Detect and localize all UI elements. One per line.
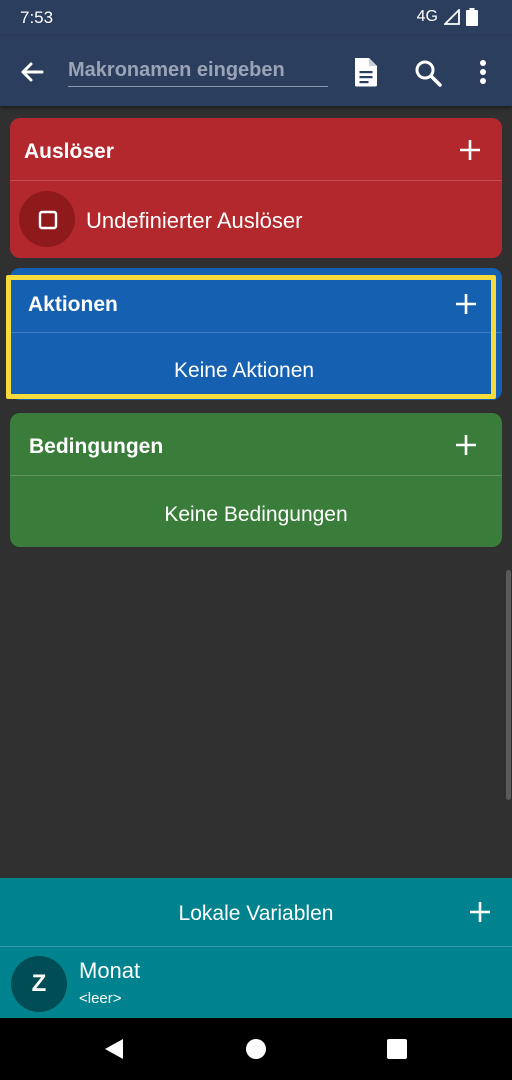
actions-title: Aktionen (28, 293, 118, 316)
add-variable-plus-icon[interactable] (468, 900, 492, 924)
signal-icon (444, 9, 460, 25)
system-navigation-bar (0, 1018, 512, 1080)
status-time: 7:53 (20, 8, 54, 27)
network-type: 4G (416, 8, 438, 25)
add-trigger-plus-icon[interactable] (458, 138, 482, 162)
triggers-title: Auslöser (24, 140, 114, 163)
local-variables-title: Lokale Variablen (178, 902, 334, 925)
conditions-card: Bedingungen Keine Bedingungen (10, 413, 502, 547)
triggers-header: Auslöser (10, 118, 502, 181)
variable-name: Monat (79, 958, 141, 983)
trigger-list-item[interactable]: Undefinierter Auslöser (10, 180, 502, 258)
nav-back-icon[interactable] (103, 1038, 125, 1060)
status-icons: 4G (417, 8, 478, 26)
triggers-card: Auslöser Undefinierter Auslöser (10, 118, 502, 258)
nav-home-icon[interactable] (246, 1039, 266, 1059)
local-variables-panel: Lokale Variablen Z Monat <leer> (0, 878, 512, 1018)
scrollbar[interactable] (506, 570, 511, 800)
conditions-header: Bedingungen (10, 413, 502, 476)
actions-card: Aktionen Keine Aktionen (10, 268, 502, 400)
back-arrow-icon[interactable] (16, 56, 48, 88)
variable-type-avatar: Z (11, 956, 67, 1012)
document-icon[interactable] (352, 56, 380, 88)
checkbox-outline-icon (38, 210, 58, 230)
add-condition-plus-icon[interactable] (454, 433, 478, 457)
local-variables-header: Lokale Variablen (0, 878, 512, 947)
variable-value: <leer> (79, 990, 122, 1007)
status-bar: 7:53 4G (0, 0, 512, 36)
no-conditions-text: Keine Bedingungen (164, 503, 348, 526)
trigger-item-label: Undefinierter Auslöser (86, 208, 303, 233)
battery-icon (466, 8, 478, 26)
app-bar (0, 36, 512, 106)
no-actions-text: Keine Aktionen (173, 359, 315, 382)
variable-list-item[interactable]: Z Monat <leer> (0, 948, 512, 1018)
search-icon[interactable] (413, 58, 443, 88)
add-action-plus-icon[interactable] (454, 292, 478, 316)
actions-header: Aktionen (10, 276, 502, 333)
more-options-icon[interactable] (470, 56, 496, 88)
nav-recents-icon[interactable] (387, 1039, 407, 1059)
macro-name-input[interactable] (68, 54, 328, 87)
conditions-title: Bedingungen (29, 435, 164, 458)
